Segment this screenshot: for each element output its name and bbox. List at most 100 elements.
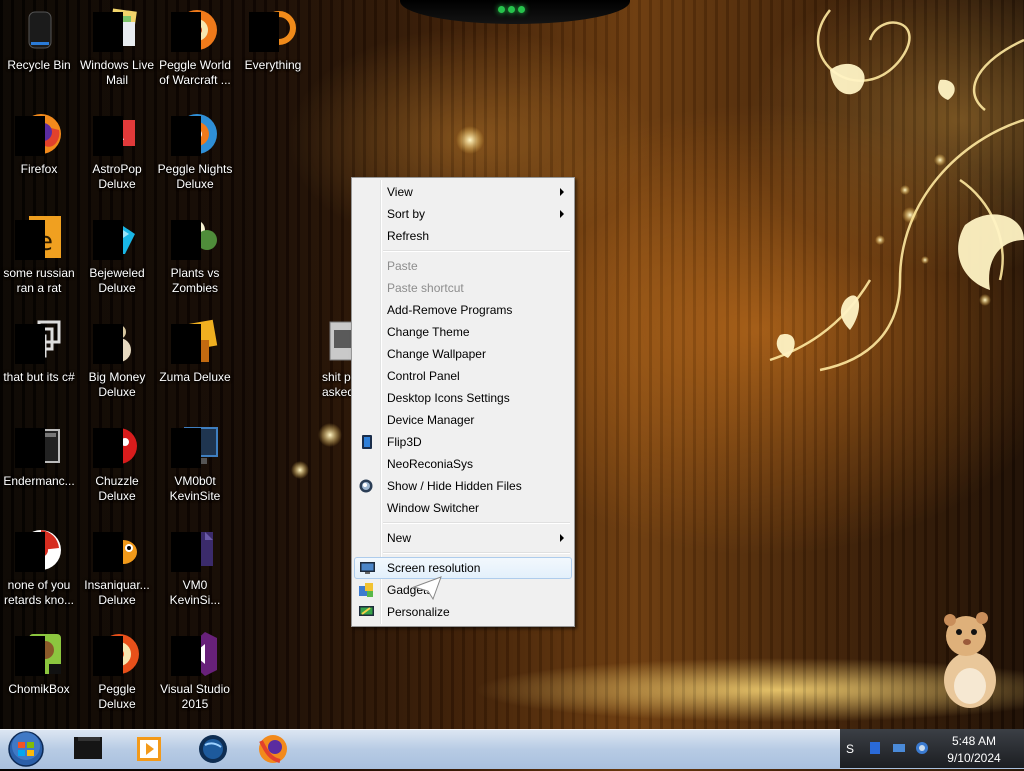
menu-item-gadgets[interactable]: Gadgets [354,580,572,600]
menu-item-label: View [387,185,413,199]
desktop-icon-label: Firefox [20,162,58,176]
menu-item-show-hide-hidden-files[interactable]: Show / Hide Hidden Files [354,476,572,496]
desktop-icon-vm0b0t[interactable]: VM0b0t KevinSite [156,422,234,504]
desktop-icon-label: Peggle Deluxe [98,682,136,711]
big-money-icon [93,318,141,366]
desktop-icon-none-of-you[interactable]: none of you retards kno... [0,526,78,608]
desktop-icon-label: Recycle Bin [7,58,71,72]
submenu-arrow-icon [560,188,564,196]
menu-item-refresh[interactable]: Refresh [354,226,572,246]
menu-item-desktop-icons-settings[interactable]: Desktop Icons Settings [354,388,572,408]
menu-separator [383,522,570,524]
desktop-icon-peggle-deluxe[interactable]: Peggle Deluxe [78,630,156,712]
desktop-icon-label: Visual Studio 2015 [160,682,230,711]
desktop-icon-firefox[interactable]: Firefox [0,110,78,177]
firefox-icon [259,735,287,763]
media-player-icon [137,737,161,761]
desktop-icon-zuma[interactable]: Zuma Deluxe [156,318,234,385]
menu-item-view[interactable]: View [354,182,572,202]
desktop-icon-windows-live-mail[interactable]: Windows Live Mail [78,6,156,88]
menu-item-flip3d[interactable]: Flip3D [354,432,572,452]
desktop-icon-label: Bejeweled Deluxe [89,266,145,295]
desktop-icon-label: Plants vs Zombies [170,266,220,295]
desktop-icon-label: ChomikBox [8,682,70,696]
windows-orb-icon [8,731,44,767]
menu-item-label: Change Wallpaper [387,347,486,361]
menu-item-change-theme[interactable]: Change Theme [354,322,572,342]
menu-item-window-switcher[interactable]: Window Switcher [354,498,572,518]
menu-item-paste-shortcut[interactable]: Paste shortcut [354,278,572,298]
taskbar-firefox[interactable] [246,731,300,767]
desktop-icon-label: AstroPop Deluxe [92,162,142,191]
desktop-icon-chomikbox[interactable]: ChomikBox [0,630,78,697]
menu-item-label: Control Panel [387,369,460,383]
menu-item-label: Device Manager [387,413,475,427]
taskbar-globe-app[interactable] [186,731,240,767]
desktop-icon-label: Peggle World of Warcraft ... [159,58,231,87]
menu-item-change-wallpaper[interactable]: Change Wallpaper [354,344,572,364]
taskbar-media-center[interactable] [62,731,116,767]
plants-vs-zombies-icon [171,214,219,262]
desktop-icon-astropop[interactable]: A AstroPop Deluxe [78,110,156,192]
start-button[interactable] [4,730,48,768]
flag-tray-icon[interactable] [868,741,882,755]
menu-item-device-manager[interactable]: Device Manager [354,410,572,430]
menu-item-sort-by[interactable]: Sort by [354,204,572,224]
desktop-icon-label: Zuma Deluxe [159,370,231,384]
redaction-block [93,116,123,156]
redaction-block [171,12,201,52]
vm-document-icon [171,526,219,574]
desktop-icon-big-money[interactable]: Big Money Deluxe [78,318,156,400]
hamster-gadget [944,612,996,708]
desktop-icon-recycle-bin[interactable]: Recycle Bin [0,6,78,73]
everything-search-icon [249,6,297,54]
redaction-block [93,324,123,364]
redaction-block [15,324,45,364]
desktop-icon-peggle-wow[interactable]: Peggle World of Warcraft ... [156,6,234,88]
desktop-icon-label: VM0 KevinSi... [169,578,221,607]
desktop-icon-some-russian[interactable]: e some russian ran a rat [0,214,78,296]
menu-item-paste[interactable]: Paste [354,256,572,276]
status-led-icon [508,6,515,13]
desktop-icon-that-but-its-c[interactable]: that but its c# [0,318,78,385]
menu-item-label: Flip3D [387,435,422,449]
menu-item-label: Paste [387,259,418,273]
desktop-icon-endermanc[interactable]: Endermanc... [0,422,78,489]
desktop-icon-label: Peggle Nights Deluxe [157,162,233,191]
visual-studio-icon [171,630,219,678]
flip3d-icon [359,435,375,449]
menu-item-add-remove-programs[interactable]: Add-Remove Programs [354,300,572,320]
submenu-arrow-icon [560,210,564,218]
system-clock[interactable]: 5:48 AM 9/10/2024 [936,733,1012,767]
menu-separator [383,552,570,554]
desktop-icon-peggle-nights[interactable]: Peggle Nights Deluxe [156,110,234,192]
peggle-world-of-warcraft-icon [171,6,219,54]
menu-item-label: Change Theme [387,325,470,339]
shortcut-stack-icon [15,318,63,366]
desktop-icon-visual-studio[interactable]: Visual Studio 2015 [156,630,234,712]
top-gadget-bar [400,0,630,24]
menu-item-label: Desktop Icons Settings [387,391,510,405]
desktop-icon-bejeweled[interactable]: Bejeweled Deluxe [78,214,156,296]
desktop-icon-label: that but its c# [3,370,75,384]
desktop-icon-label: Big Money Deluxe [88,370,146,399]
desktop-icon-everything[interactable]: Everything [234,6,312,73]
desktop-icon-chuzzle[interactable]: Chuzzle Deluxe [78,422,156,504]
display-tray-icon[interactable] [892,741,906,755]
clock-date: 9/10/2024 [947,751,1001,765]
desktop-icon-plants-vs-zombies[interactable]: Plants vs Zombies [156,214,234,296]
menu-item-screen-resolution[interactable]: Screen resolution [354,557,572,579]
menu-item-neoreconiasys[interactable]: NeoReconiaSys [354,454,572,474]
astropop-icon: A [93,110,141,158]
menu-item-new[interactable]: New [354,528,572,548]
menu-item-label: Sort by [387,207,426,221]
taskbar-media-player[interactable] [122,731,176,767]
insaniquarium-icon [93,526,141,574]
desktop-icon-vm0-kevinsite[interactable]: VM0 KevinSi... [156,526,234,608]
windows-live-mail-icon [93,6,141,54]
menu-item-control-panel[interactable]: Control Panel [354,366,572,386]
volume-tray-icon[interactable] [915,741,929,755]
desktop-icon-insaniquarium[interactable]: Insaniquar... Deluxe [78,526,156,608]
menu-item-personalize[interactable]: Personalize [354,602,572,622]
clock-time: 5:48 AM [951,734,997,748]
